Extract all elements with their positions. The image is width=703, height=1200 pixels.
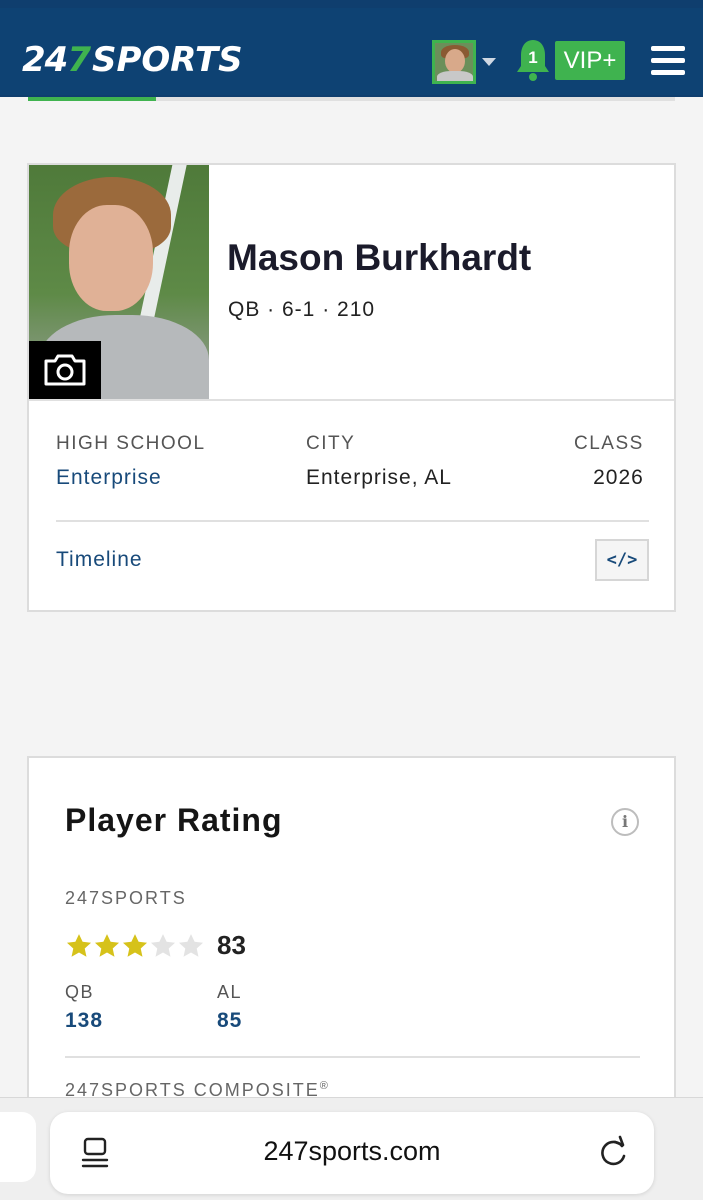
divider [65,1056,640,1058]
timeline-link[interactable]: Timeline [56,548,143,572]
player-position-height-weight: QB · 6-1 · 210 [228,298,376,321]
logo-number: 24 [22,40,68,80]
sub-nav-bar [28,97,675,101]
header: 24 7 SPORTS 1 VIP+ [0,8,703,95]
player-name: Mason Burkhardt [227,237,532,278]
city-label: CITY [306,433,356,454]
player-photo[interactable] [29,165,209,399]
previous-tab-preview[interactable] [0,1112,36,1182]
hamburger-menu-icon[interactable] [651,46,685,76]
camera-button[interactable] [29,341,101,399]
chevron-down-icon [482,58,496,66]
logo-word: SPORTS [92,40,243,80]
class-block: CLASS 2026 [574,433,644,490]
state-rank-link[interactable]: 85 [217,1009,242,1033]
star-filled-icon [94,933,120,957]
browser-bottom-bar: 247sports.com [0,1097,703,1200]
account-menu-button[interactable] [432,40,496,84]
state-rank-label: AL [217,982,243,1002]
vip-button[interactable]: VIP+ [555,41,625,80]
class-value: 2026 [593,466,644,489]
star-rating: 83 [65,930,246,961]
high-school-link[interactable]: Enterprise [56,466,206,490]
position-rank-link[interactable]: 138 [65,1009,103,1033]
star-empty-icon [178,933,204,957]
high-school-label: HIGH SCHOOL [56,433,206,454]
divider [29,399,674,401]
reload-icon[interactable] [596,1134,630,1170]
class-label: CLASS [574,433,644,454]
notification-count: 1 [528,48,538,67]
top-bar: 24 7 SPORTS 1 VIP+ [0,0,703,97]
registered-mark: ® [319,1080,330,1092]
url-text[interactable]: 247sports.com [50,1136,654,1167]
player-rating-card: Player Rating i 247SPORTS 83 QB 138 AL 8… [27,756,676,1126]
position-rank-label: QB [65,982,95,1002]
state-rank-block: AL 85 [217,982,242,1033]
high-school-block: HIGH SCHOOL Enterprise [56,433,206,490]
player-profile-card: Mason Burkhardt QB · 6-1 · 210 HIGH SCHO… [27,163,676,612]
info-icon[interactable]: i [611,808,639,836]
rating-source-label: 247SPORTS [65,888,187,908]
embed-code-button[interactable]: </> [595,539,649,581]
star-empty-icon [150,933,176,957]
star-filled-icon [66,933,92,957]
logo-seven: 7 [67,40,91,80]
avatar [432,40,476,84]
player-rating-title: Player Rating [65,802,283,838]
star-filled-icon [122,933,148,957]
divider [56,520,649,522]
address-bar[interactable]: 247sports.com [50,1112,654,1194]
notifications-button[interactable]: 1 [515,38,551,82]
position-rank-block: QB 138 [65,982,103,1033]
city-value: Enterprise, AL [306,466,452,489]
city-block: CITY Enterprise, AL [306,433,452,490]
sub-nav-active-indicator [28,97,156,101]
camera-icon [44,354,86,386]
site-logo[interactable]: 24 7 SPORTS [22,40,243,82]
rating-score: 83 [217,930,246,960]
